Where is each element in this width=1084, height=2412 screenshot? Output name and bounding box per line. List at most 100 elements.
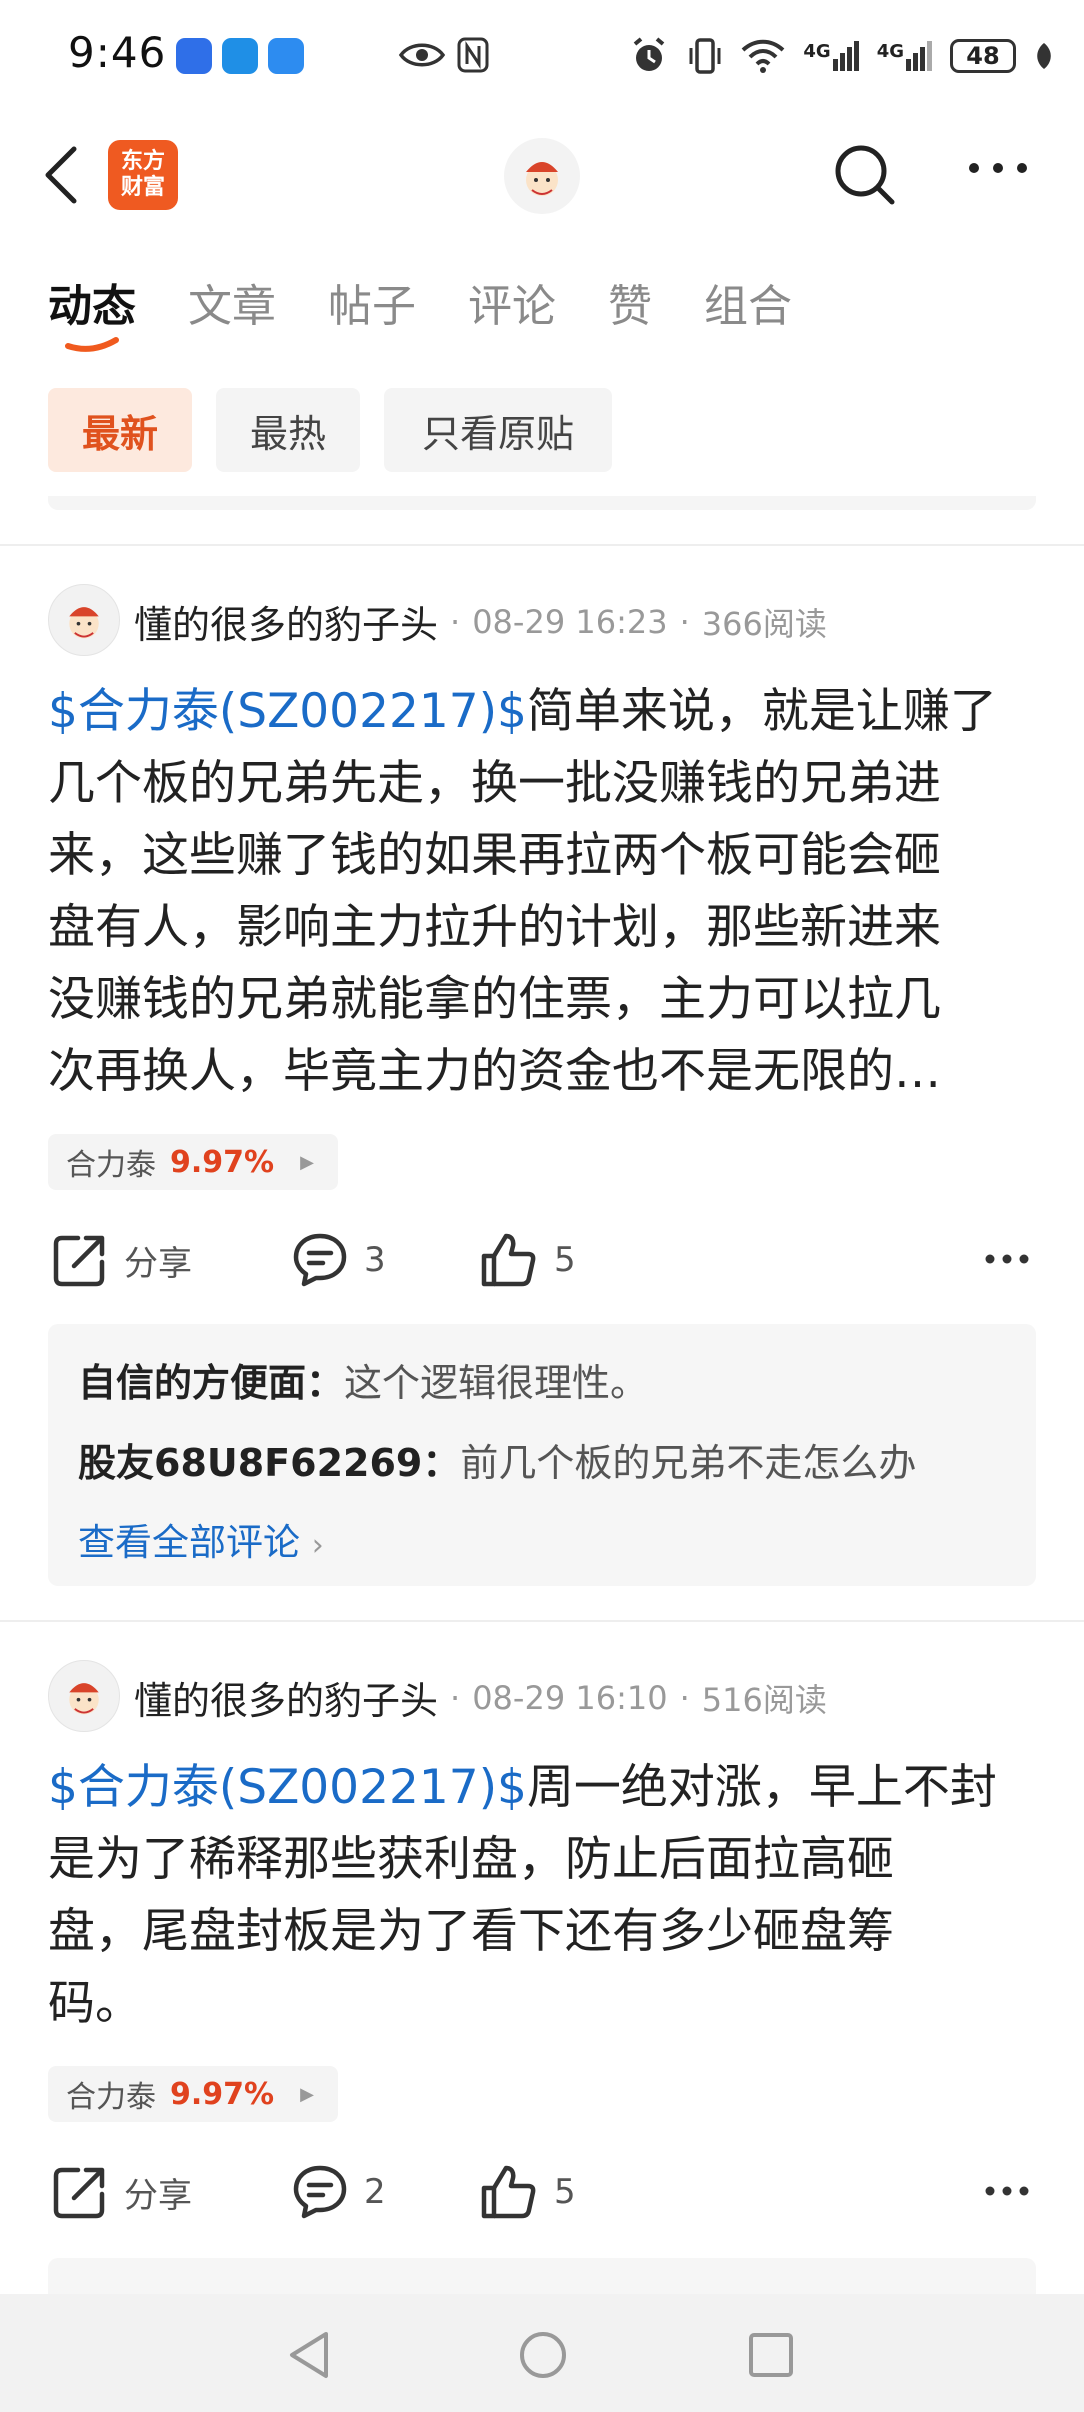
comment-preview: 自信的方便面：这个逻辑很理性。 股友68U8F62269：前几个板的兄弟不走怎么… bbox=[48, 1324, 1036, 1586]
like-button[interactable]: 5 bbox=[480, 2164, 576, 2220]
post-line: 盘，尾盘封板是为了看下还有多少砸盘筹 bbox=[48, 1904, 894, 1959]
stock-link[interactable]: $合力泰(SZ002217)$ bbox=[48, 684, 527, 739]
cell-signal-2: 4G bbox=[877, 41, 932, 71]
tab-likes[interactable]: 赞 bbox=[608, 270, 652, 334]
system-navigation-bar bbox=[0, 2294, 1084, 2412]
like-count: 5 bbox=[554, 1240, 576, 1280]
post-line: 是为了稀释那些获利盘，防止后面拉高砸 bbox=[48, 1832, 894, 1887]
share-icon bbox=[53, 1235, 105, 1287]
share-label: 分享 bbox=[124, 1243, 192, 1284]
status-time: 9:46 bbox=[68, 28, 167, 77]
tag-arrow-icon: ▶ bbox=[300, 1151, 314, 1173]
like-count: 5 bbox=[554, 2172, 576, 2212]
mascot-avatar-icon bbox=[526, 162, 558, 196]
view-all-comments-link[interactable]: 查看全部评论 › bbox=[78, 1512, 324, 1566]
leaf-icon bbox=[1037, 43, 1051, 69]
post-header: 懂的很多的豹子头 · 08-29 16:23 · 366阅读 bbox=[134, 594, 827, 649]
stock-link[interactable]: $合力泰(SZ002217)$ bbox=[48, 1760, 527, 1815]
share-button[interactable]: 分享 bbox=[52, 2164, 192, 2220]
post-body[interactable]: $合力泰(SZ002217)$简单来说，就是让赚了 几个板的兄弟先走，换一批没赚… bbox=[48, 676, 1044, 1108]
post-author[interactable]: 懂的很多的豹子头 bbox=[134, 594, 438, 649]
comment-icon bbox=[293, 1233, 347, 1287]
tab-portfolio[interactable]: 组合 bbox=[704, 270, 792, 334]
meta-dot: · bbox=[679, 602, 690, 641]
comment-preview-partial bbox=[48, 2258, 1036, 2298]
previous-card-edge bbox=[48, 496, 1036, 510]
comment-item[interactable]: 自信的方便面：这个逻辑很理性。 bbox=[78, 1352, 648, 1407]
post-line: 来，这些赚了钱的如果再拉两个板可能会砸 bbox=[48, 828, 941, 883]
tab-comments[interactable]: 评论 bbox=[468, 270, 556, 334]
meta-dot: · bbox=[679, 1678, 690, 1717]
search-icon[interactable] bbox=[832, 142, 898, 208]
post-line: 几个板的兄弟先走，换一批没赚钱的兄弟进 bbox=[48, 756, 941, 811]
divider bbox=[0, 1620, 1084, 1622]
meta-dot: · bbox=[450, 1678, 461, 1717]
tab-articles[interactable]: 文章 bbox=[188, 270, 276, 334]
app-notification-icon bbox=[222, 38, 258, 74]
post-reads: 366阅读 bbox=[701, 604, 827, 643]
mascot-avatar-icon bbox=[69, 607, 99, 639]
nfc-icon bbox=[457, 37, 489, 73]
post-more-icon[interactable] bbox=[984, 2184, 1030, 2198]
post-more-icon[interactable] bbox=[984, 1252, 1030, 1266]
share-button[interactable]: 分享 bbox=[52, 1232, 192, 1288]
tab-posts[interactable]: 帖子 bbox=[328, 270, 416, 334]
post-time: 08-29 16:23 bbox=[472, 602, 668, 641]
status-right: 4G 4G 48 bbox=[629, 30, 1054, 82]
vibrate-icon bbox=[689, 38, 721, 74]
post-author[interactable]: 懂的很多的豹子头 bbox=[134, 1670, 438, 1725]
post-line: $合力泰(SZ002217)$简单来说，就是让赚了 bbox=[48, 684, 997, 739]
tab-bar: 动态 文章 帖子 评论 赞 组合 bbox=[48, 270, 844, 334]
nav-recents-icon[interactable] bbox=[748, 2332, 794, 2378]
like-button[interactable]: 5 bbox=[480, 1232, 576, 1288]
stock-tag-change: 9.97% bbox=[170, 1144, 275, 1180]
more-options-icon[interactable] bbox=[966, 160, 1030, 176]
stock-tag[interactable]: 合力泰 9.97% ▶ bbox=[48, 1134, 338, 1190]
profile-avatar[interactable] bbox=[504, 138, 580, 214]
comment-button[interactable]: 3 bbox=[292, 1232, 386, 1288]
stock-tag[interactable]: 合力泰 9.97% ▶ bbox=[48, 2066, 338, 2122]
post-body[interactable]: $合力泰(SZ002217)$周一绝对涨，早上不封 是为了稀释那些获利盘，防止后… bbox=[48, 1752, 1044, 2040]
comment-user: 自信的方便面： bbox=[78, 1361, 345, 1405]
comment-icon bbox=[293, 2165, 347, 2219]
post-line: $合力泰(SZ002217)$周一绝对涨，早上不封 bbox=[48, 1760, 997, 1815]
comment-count: 2 bbox=[364, 2172, 386, 2212]
comment-text: 前几个板的兄弟不走怎么办 bbox=[460, 1441, 917, 1485]
filter-original-only[interactable]: 只看原贴 bbox=[384, 388, 612, 472]
mascot-avatar-icon bbox=[69, 1683, 99, 1715]
nav-back-icon[interactable] bbox=[286, 2330, 332, 2380]
post-author-avatar[interactable] bbox=[48, 584, 120, 656]
active-tab-indicator bbox=[65, 337, 119, 352]
post-line: 码。 bbox=[48, 1976, 142, 2031]
comment-item[interactable]: 股友68U8F62269：前几个板的兄弟不走怎么办 bbox=[78, 1432, 916, 1487]
post-author-avatar[interactable] bbox=[48, 1660, 120, 1732]
divider bbox=[0, 544, 1084, 546]
app-notification-icon bbox=[176, 38, 212, 74]
comment-user: 股友68U8F62269： bbox=[78, 1441, 461, 1485]
share-icon bbox=[53, 2167, 105, 2219]
eastmoney-logo: 东方财富 bbox=[108, 140, 178, 210]
nav-home-icon[interactable] bbox=[518, 2330, 568, 2380]
post-header: 懂的很多的豹子头 · 08-29 16:10 · 516阅读 bbox=[134, 1670, 827, 1725]
tab-dynamics[interactable]: 动态 bbox=[48, 270, 136, 334]
back-arrow-icon[interactable] bbox=[44, 146, 78, 204]
share-label: 分享 bbox=[124, 2175, 192, 2216]
thumbs-up-icon bbox=[481, 2165, 536, 2219]
wifi-icon bbox=[742, 39, 785, 73]
eye-icon bbox=[398, 43, 446, 67]
cell-signal-1: 4G bbox=[803, 41, 859, 71]
meta-dot: · bbox=[450, 602, 461, 641]
alarm-icon bbox=[634, 37, 665, 71]
comment-count: 3 bbox=[364, 1240, 386, 1280]
stock-tag-change: 9.97% bbox=[170, 2076, 275, 2112]
battery-indicator: 48 bbox=[950, 39, 1016, 73]
post-line: 次再换人，毕竟主力的资金也不是无限的… bbox=[48, 1044, 941, 1099]
filter-latest[interactable]: 最新 bbox=[48, 388, 192, 472]
post-line: 没赚钱的兄弟就能拿的住票，主力可以拉几 bbox=[48, 972, 941, 1027]
message-notification-icon bbox=[268, 38, 304, 74]
logo-text: 东方财富 bbox=[120, 149, 165, 200]
post-time: 08-29 16:10 bbox=[472, 1678, 668, 1717]
stock-tag-name: 合力泰 bbox=[66, 2080, 156, 2115]
filter-hottest[interactable]: 最热 bbox=[216, 388, 360, 472]
comment-button[interactable]: 2 bbox=[292, 2164, 386, 2220]
